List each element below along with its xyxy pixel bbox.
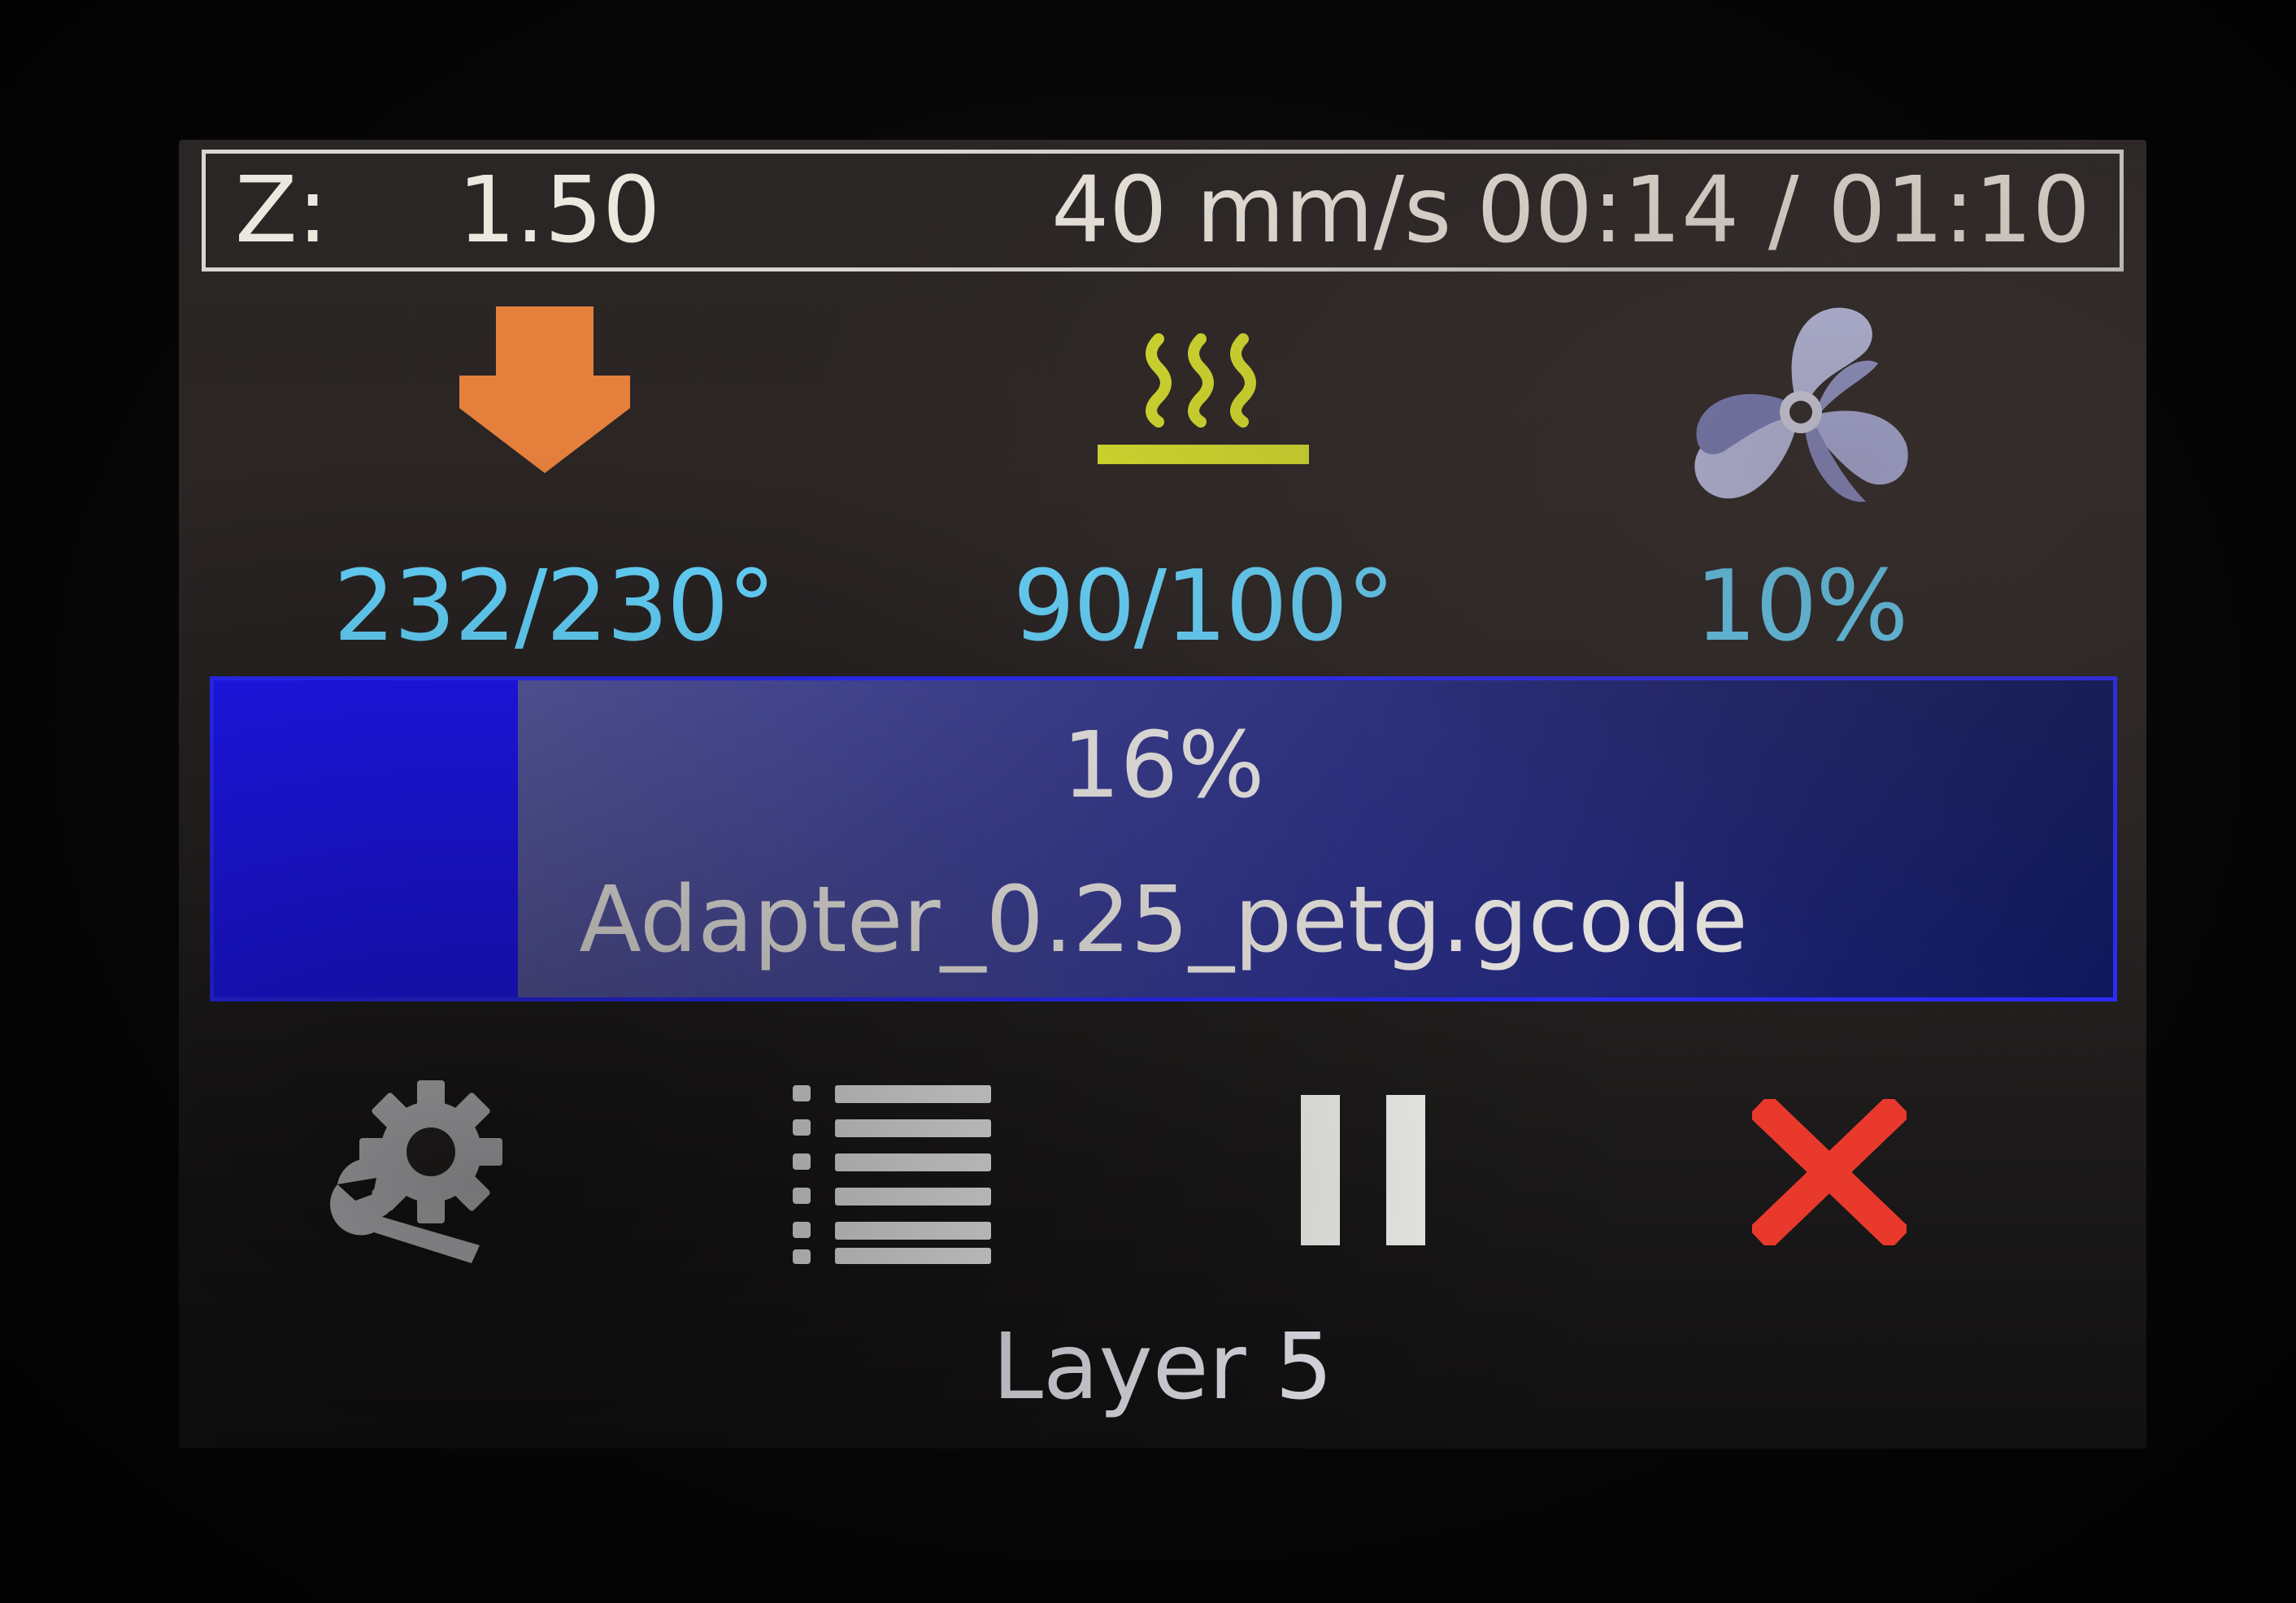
nozzle-temp-panel[interactable]: 232/230°: [333, 306, 776, 663]
stop-button[interactable]: [1707, 1050, 1951, 1294]
printer-screen: Z: 1.50 40 mm/s 00:14 / 01:10 232/230° 9…: [179, 140, 2146, 1449]
print-filename: Adapter_0.25_petg.gcode: [579, 867, 1748, 973]
pause-icon: [1301, 1095, 1425, 1245]
settings-button[interactable]: [301, 1050, 545, 1294]
status-bar: Z: 1.50 40 mm/s 00:14 / 01:10: [202, 150, 2124, 272]
list-icon: [793, 1085, 991, 1264]
layer-indicator: Layer 5: [992, 1314, 1333, 1420]
bed-temp-value: 90/100°: [1012, 550, 1395, 663]
heated-bed-icon: [1094, 331, 1313, 472]
z-height-value: 1.50: [458, 158, 661, 263]
fan-icon: [1683, 302, 1919, 525]
fan-speed-panel[interactable]: 10%: [1589, 306, 2012, 663]
nozzle-temp-value: 232/230°: [333, 550, 776, 663]
nozzle-down-arrow-icon: [455, 306, 634, 480]
print-speed: 40 mm/s: [1051, 158, 1452, 263]
fan-speed-value: 10%: [1694, 550, 1909, 663]
settings-wrench-icon: [330, 1080, 502, 1263]
print-time: 00:14 / 01:10: [1476, 158, 2090, 263]
print-progress-bar[interactable]: 16% Adapter_0.25_petg.gcode: [210, 676, 2117, 1001]
z-label: Z:: [235, 158, 328, 263]
stop-x-icon: [1752, 1099, 1907, 1245]
file-list-button[interactable]: [772, 1050, 1016, 1294]
progress-percent: 16%: [1062, 713, 1265, 819]
pause-button[interactable]: [1244, 1050, 1488, 1294]
bed-temp-panel[interactable]: 90/100°: [992, 306, 1415, 663]
